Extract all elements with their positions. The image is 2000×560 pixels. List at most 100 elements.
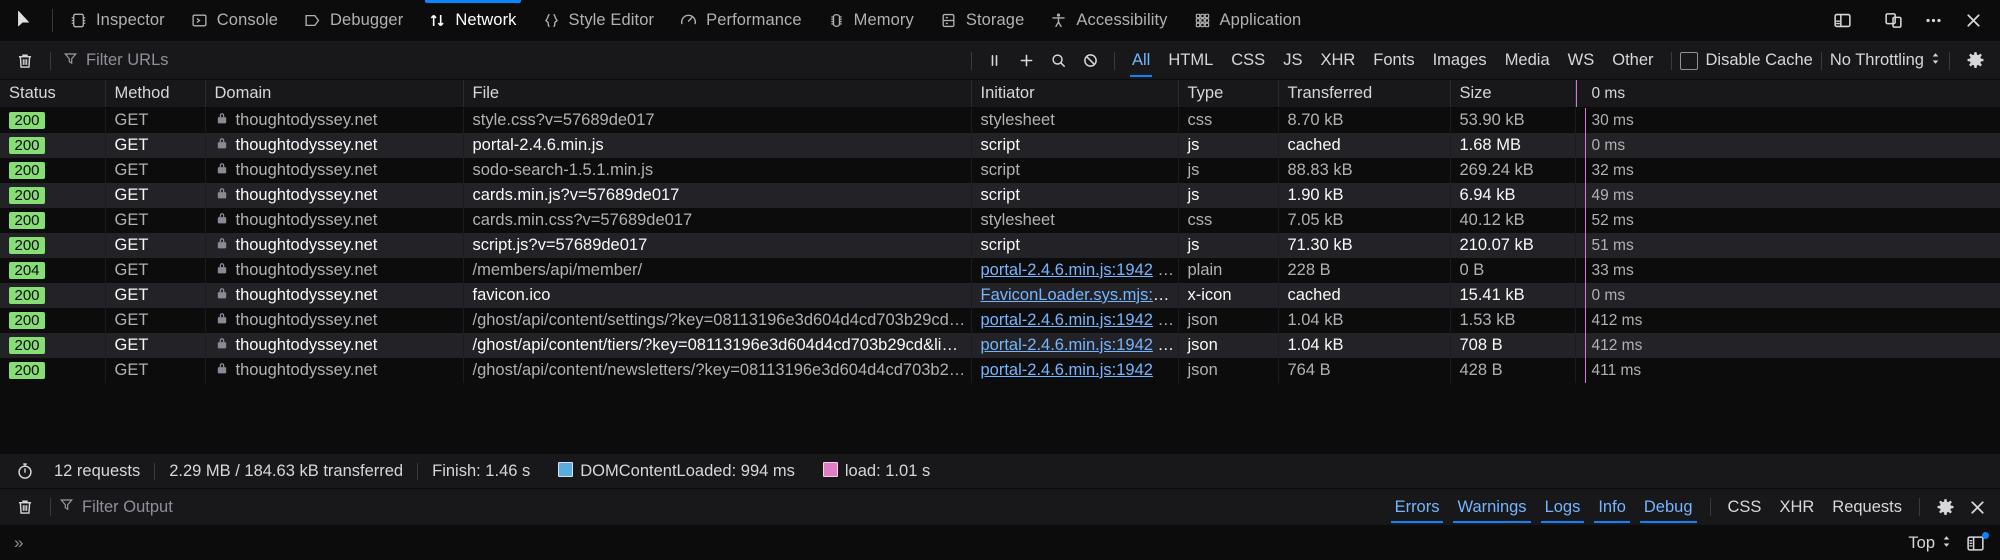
- column-header-type[interactable]: Type: [1178, 80, 1278, 108]
- column-header-timeline[interactable]: 0 ms: [1575, 80, 2000, 108]
- style-editor-icon: [543, 12, 560, 29]
- table-row[interactable]: 200GETthoughtodyssey.net/ghost/api/conte…: [0, 333, 2000, 358]
- search-input[interactable]: Filter URLs: [59, 48, 963, 74]
- console-divider-2: [1710, 498, 1711, 516]
- initiator-link[interactable]: portal-2.4.6.min.js:1942: [981, 336, 1153, 354]
- close-devtools-icon[interactable]: [1954, 5, 1992, 37]
- type-filter-js[interactable]: JS: [1274, 48, 1311, 73]
- split-console-icon[interactable]: [1823, 5, 1861, 37]
- disable-cache-checkbox[interactable]: Disable Cache: [1680, 51, 1813, 70]
- cell-domain: thoughtodyssey.net: [205, 208, 463, 233]
- transfer-summary: 2.29 MB / 184.63 kB transferred: [155, 462, 417, 481]
- tab-memory[interactable]: Memory: [815, 0, 927, 41]
- initiator-link[interactable]: portal-2.4.6.min.js:1942: [981, 311, 1153, 329]
- table-row[interactable]: 200GETthoughtodyssey.netportal-2.4.6.min…: [0, 133, 2000, 158]
- table-row[interactable]: 200GETthoughtodyssey.netcards.min.js?v=5…: [0, 183, 2000, 208]
- table-row[interactable]: 200GETthoughtodyssey.net/ghost/api/conte…: [0, 358, 2000, 383]
- tab-performance[interactable]: Performance: [667, 0, 815, 41]
- cell-timeline: 0 ms: [1575, 283, 2000, 308]
- tab-style-editor[interactable]: Style Editor: [530, 0, 668, 41]
- status-badge: 200: [9, 287, 45, 304]
- stopwatch-icon[interactable]: [10, 462, 40, 480]
- console-filter-input[interactable]: Filter Output: [59, 497, 1386, 517]
- meatball-menu-icon[interactable]: [1914, 5, 1952, 37]
- lock-icon: [215, 236, 229, 255]
- table-row[interactable]: 204GETthoughtodyssey.net/members/api/mem…: [0, 258, 2000, 283]
- type-filter-images[interactable]: Images: [1424, 48, 1496, 73]
- type-filter-xhr[interactable]: XHR: [1311, 48, 1364, 73]
- initiator-link[interactable]: portal-2.4.6.min.js:1942: [981, 261, 1153, 279]
- element-picker-icon[interactable]: [4, 0, 48, 41]
- type-filter-all[interactable]: All: [1123, 48, 1159, 73]
- block-icon[interactable]: [1076, 48, 1106, 74]
- throttling-select[interactable]: No Throttling: [1830, 51, 1941, 70]
- table-row[interactable]: 200GETthoughtodyssey.netscript.js?v=5768…: [0, 233, 2000, 258]
- tab-accessibility[interactable]: Accessibility: [1037, 0, 1180, 41]
- initiator-text: script: [981, 236, 1020, 254]
- cell-transferred: 8.70 kB: [1278, 108, 1450, 134]
- table-row[interactable]: 200GETthoughtodyssey.net/ghost/api/conte…: [0, 308, 2000, 333]
- cell-initiator: script: [971, 133, 1178, 158]
- tab-inspector[interactable]: Inspector: [57, 0, 178, 41]
- console-filter-requests[interactable]: Requests: [1823, 495, 1911, 520]
- console-filter-css[interactable]: CSS: [1719, 495, 1771, 520]
- eval-context-select[interactable]: Top: [1908, 534, 1952, 553]
- console-filter-warnings[interactable]: Warnings: [1448, 495, 1535, 520]
- cell-method: GET: [105, 133, 205, 158]
- cell-method: GET: [105, 183, 205, 208]
- cell-timeline: 49 ms: [1575, 183, 2000, 208]
- tab-storage[interactable]: Storage: [927, 0, 1038, 41]
- column-header-size[interactable]: Size: [1450, 80, 1575, 108]
- initiator-link[interactable]: FaviconLoader.sys.mjs:175: [981, 286, 1179, 304]
- status-badge: 200: [9, 187, 45, 204]
- initiator-link[interactable]: portal-2.4.6.min.js:1942: [981, 361, 1153, 379]
- timeline-marker: [1585, 133, 1586, 158]
- lock-icon: [215, 111, 229, 130]
- console-filter-info[interactable]: Info: [1589, 495, 1635, 520]
- column-header-status[interactable]: Status: [0, 80, 105, 108]
- load-time-label: load: 1.01 s: [845, 462, 930, 480]
- filter-divider-3: [1114, 52, 1115, 70]
- cell-method: GET: [105, 233, 205, 258]
- responsive-design-mode-icon[interactable]: [1874, 5, 1912, 37]
- cell-file: sodo-search-1.5.1.min.js: [463, 158, 971, 183]
- type-filter-ws[interactable]: WS: [1559, 48, 1604, 73]
- console-gear-icon[interactable]: [1928, 498, 1962, 517]
- console-filter-xhr[interactable]: XHR: [1770, 495, 1823, 520]
- type-filter-html[interactable]: HTML: [1159, 48, 1222, 73]
- cell-size: 708 B: [1450, 333, 1575, 358]
- plus-icon[interactable]: [1012, 48, 1042, 74]
- console-filter-logs[interactable]: Logs: [1536, 495, 1590, 520]
- column-header-transferred[interactable]: Transferred: [1278, 80, 1450, 108]
- network-icon: [429, 12, 446, 29]
- trash-icon[interactable]: [8, 52, 42, 70]
- column-header-initiator[interactable]: Initiator: [971, 80, 1178, 108]
- initiator-sub: (fetch): [1158, 261, 1178, 279]
- gear-icon[interactable]: [1958, 51, 1992, 70]
- console-filter-errors[interactable]: Errors: [1386, 495, 1449, 520]
- tab-network[interactable]: Network: [416, 0, 529, 41]
- table-row[interactable]: 200GETthoughtodyssey.netfavicon.icoFavic…: [0, 283, 2000, 308]
- editor-mode-icon[interactable]: [1960, 530, 1990, 556]
- search-icon[interactable]: [1044, 48, 1074, 74]
- type-filter-fonts[interactable]: Fonts: [1364, 48, 1423, 73]
- column-header-file[interactable]: File: [463, 80, 971, 108]
- pause-icon[interactable]: [980, 48, 1010, 74]
- type-filter-css[interactable]: CSS: [1222, 48, 1274, 73]
- column-header-domain[interactable]: Domain: [205, 80, 463, 108]
- tab-debugger[interactable]: Debugger: [291, 0, 416, 41]
- tab-application[interactable]: Application: [1181, 0, 1315, 41]
- table-row[interactable]: 200GETthoughtodyssey.netstyle.css?v=5768…: [0, 108, 2000, 134]
- request-count: 12 requests: [40, 462, 154, 481]
- table-row[interactable]: 200GETthoughtodyssey.netcards.min.css?v=…: [0, 208, 2000, 233]
- console-close-icon[interactable]: [1962, 494, 1992, 520]
- type-filter-media[interactable]: Media: [1496, 48, 1559, 73]
- type-filter-other[interactable]: Other: [1603, 48, 1662, 73]
- column-header-method[interactable]: Method: [105, 80, 205, 108]
- table-row[interactable]: 200GETthoughtodyssey.netsodo-search-1.5.…: [0, 158, 2000, 183]
- initiator-text: stylesheet: [981, 211, 1055, 229]
- console-trash-icon[interactable]: [8, 498, 42, 516]
- tab-console[interactable]: Console: [178, 0, 291, 41]
- cell-method: GET: [105, 358, 205, 383]
- console-filter-debug[interactable]: Debug: [1635, 495, 1702, 520]
